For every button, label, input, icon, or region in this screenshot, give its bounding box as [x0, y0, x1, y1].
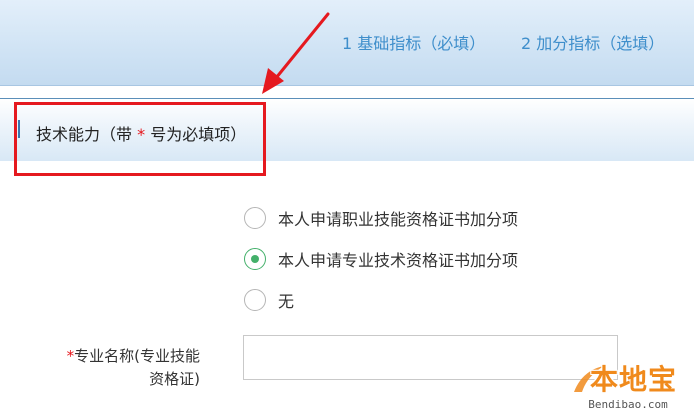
- label-line-2: 资格证): [149, 370, 200, 388]
- watermark-text: 本地宝: [590, 363, 678, 396]
- label-line-1: 专业名称(专业技能: [74, 347, 200, 365]
- radio-button[interactable]: [244, 289, 266, 311]
- tab-basic-indicators[interactable]: 1 基础指标（必填）: [342, 30, 485, 54]
- step-tabs-bar: 1 基础指标（必填） 2 加分指标（选填）: [0, 0, 694, 86]
- option-label: 本人申请职业技能资格证书加分项: [278, 210, 519, 229]
- annotation-highlight-box: [14, 102, 266, 176]
- option-label: 本人申请专业技术资格证书加分项: [278, 251, 519, 270]
- option-professional-technical-certificate[interactable]: 本人申请专业技术资格证书加分项: [244, 247, 518, 271]
- bendibao-watermark: 本地宝 Bendibao.com: [568, 358, 688, 414]
- radio-button[interactable]: [244, 207, 266, 229]
- option-vocational-skill-certificate[interactable]: 本人申请职业技能资格证书加分项: [244, 206, 518, 230]
- professional-name-input[interactable]: [243, 335, 618, 380]
- watermark-url: Bendibao.com: [588, 398, 668, 411]
- professional-name-label: *专业名称(专业技能 资格证): [40, 345, 200, 391]
- option-none[interactable]: 无: [244, 288, 294, 312]
- option-label: 无: [278, 292, 295, 311]
- radio-button-checked[interactable]: [244, 248, 266, 270]
- tab-bonus-indicators[interactable]: 2 加分指标（选填）: [521, 30, 664, 54]
